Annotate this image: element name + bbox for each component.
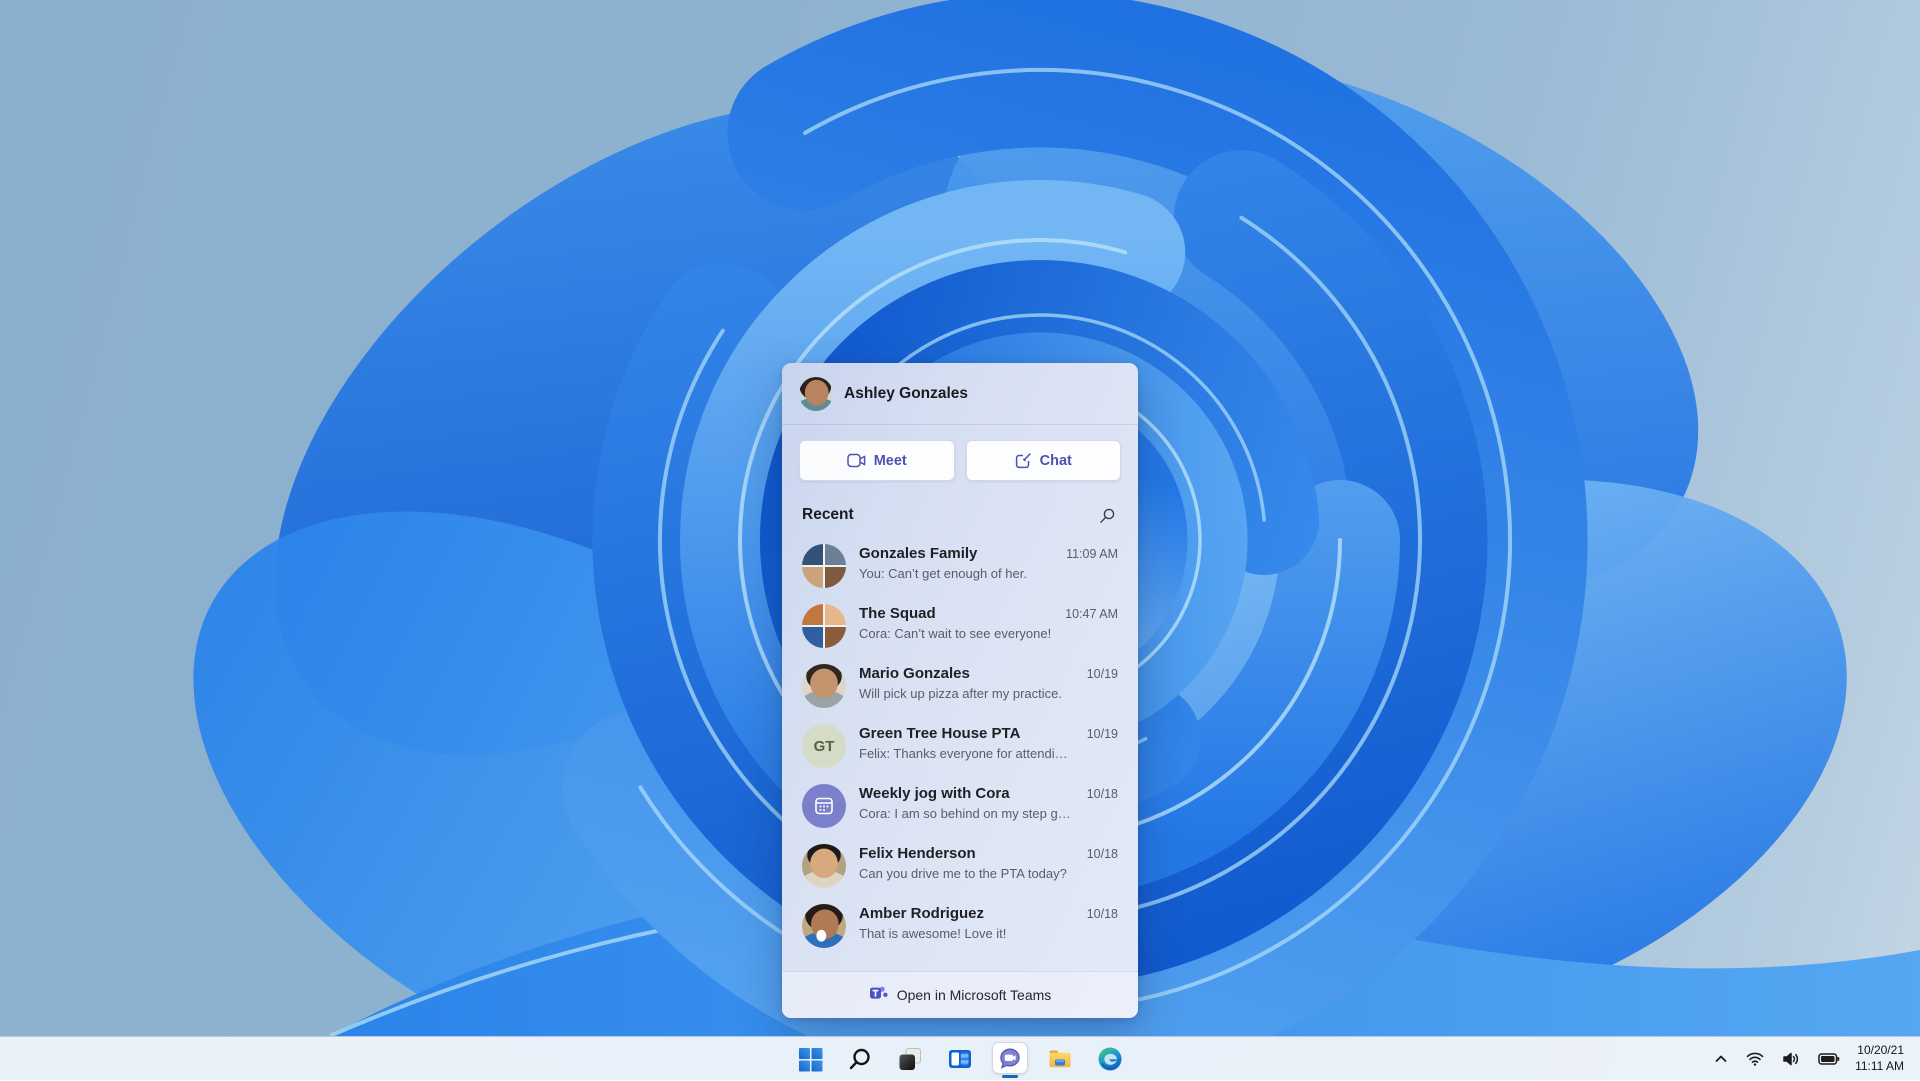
chat-preview: Cora: Can’t wait to see everyone! bbox=[859, 625, 1052, 643]
quick-actions: Meet Chat bbox=[782, 425, 1138, 488]
start-button[interactable] bbox=[790, 1039, 830, 1079]
chat-timestamp: 10:47 AM bbox=[1065, 604, 1118, 621]
file-explorer-button[interactable] bbox=[1040, 1039, 1080, 1079]
chat-list-item[interactable]: GT Green Tree House PTA Felix: Thanks ev… bbox=[782, 716, 1138, 776]
volume-button[interactable] bbox=[1775, 1041, 1807, 1077]
battery-icon bbox=[1818, 1052, 1840, 1066]
windows-logo-icon bbox=[798, 1047, 823, 1072]
folder-icon bbox=[1047, 1046, 1073, 1072]
chat-avatar bbox=[802, 604, 846, 648]
recent-header: Recent bbox=[782, 488, 1138, 532]
chevron-up-icon bbox=[1714, 1052, 1728, 1066]
chat-avatar bbox=[802, 904, 846, 948]
tray-date: 10/20/21 bbox=[1857, 1043, 1904, 1059]
teams-chat-flyout: Ashley Gonzales Meet Chat Recent bbox=[782, 363, 1138, 1018]
clock[interactable]: 10/20/21 11:11 AM bbox=[1851, 1043, 1910, 1074]
search-icon bbox=[848, 1047, 872, 1071]
hidden-icons-chevron[interactable] bbox=[1707, 1041, 1735, 1077]
chat-name: Green Tree House PTA bbox=[859, 725, 1074, 744]
chat-list-item[interactable]: Mario Gonzales Will pick up pizza after … bbox=[782, 656, 1138, 716]
system-tray: 10/20/21 11:11 AM bbox=[1707, 1037, 1910, 1081]
chat-name: Gonzales Family bbox=[859, 545, 1053, 564]
chat-name: The Squad bbox=[859, 605, 1052, 624]
chat-list-item[interactable]: Weekly jog with Cora Cora: I am so behin… bbox=[782, 776, 1138, 836]
recent-chat-list: Gonzales Family You: Can’t get enough of… bbox=[782, 532, 1138, 956]
chat-preview: You: Can’t get enough of her. bbox=[859, 565, 1053, 583]
taskbar: 10/20/21 11:11 AM bbox=[0, 1036, 1920, 1080]
chat-name: Felix Henderson bbox=[859, 845, 1074, 864]
teams-chat-icon bbox=[997, 1046, 1023, 1072]
chat-list-item[interactable]: The Squad Cora: Can’t wait to see everyo… bbox=[782, 596, 1138, 656]
calendar-icon bbox=[813, 795, 835, 817]
edge-button[interactable] bbox=[1090, 1039, 1130, 1079]
chat-timestamp: 10/19 bbox=[1087, 724, 1118, 741]
active-indicator bbox=[1002, 1075, 1018, 1078]
chat-preview: Felix: Thanks everyone for attending tod… bbox=[859, 745, 1074, 763]
chat-button[interactable]: Chat bbox=[966, 440, 1122, 481]
chat-preview: Can you drive me to the PTA today? bbox=[859, 865, 1074, 883]
battery-button[interactable] bbox=[1811, 1041, 1847, 1077]
chat-timestamp: 10/18 bbox=[1087, 784, 1118, 801]
chat-name: Amber Rodriguez bbox=[859, 905, 1074, 924]
tray-time: 11:11 AM bbox=[1855, 1059, 1904, 1075]
search-icon[interactable] bbox=[1096, 504, 1118, 526]
recent-title: Recent bbox=[802, 506, 854, 524]
chat-preview: Will pick up pizza after my practice. bbox=[859, 685, 1074, 703]
chat-list-item[interactable]: Gonzales Family You: Can’t get enough of… bbox=[782, 536, 1138, 596]
chat-avatar bbox=[802, 544, 846, 588]
meet-button[interactable]: Meet bbox=[799, 440, 955, 481]
chat-avatar bbox=[802, 784, 846, 828]
compose-icon bbox=[1015, 452, 1032, 469]
search-button[interactable] bbox=[840, 1039, 880, 1079]
task-view-icon bbox=[897, 1046, 923, 1072]
taskbar-center-icons bbox=[790, 1037, 1130, 1081]
chat-timestamp: 10/18 bbox=[1087, 844, 1118, 861]
chat-taskbar-button[interactable] bbox=[990, 1039, 1030, 1079]
network-wifi-button[interactable] bbox=[1739, 1041, 1771, 1077]
microsoft-teams-logo-icon bbox=[869, 984, 888, 1007]
wifi-icon bbox=[1746, 1051, 1764, 1067]
speaker-icon bbox=[1782, 1051, 1800, 1067]
chat-timestamp: 10/19 bbox=[1087, 664, 1118, 681]
chat-list-item[interactable]: Amber Rodriguez That is awesome! Love it… bbox=[782, 896, 1138, 956]
chat-preview: Cora: I am so behind on my step goals. bbox=[859, 805, 1074, 823]
chat-timestamp: 10/18 bbox=[1087, 904, 1118, 921]
user-avatar[interactable] bbox=[799, 377, 833, 411]
chat-timestamp: 11:09 AM bbox=[1066, 544, 1118, 561]
meet-button-label: Meet bbox=[874, 453, 907, 469]
edge-browser-icon bbox=[1097, 1046, 1123, 1072]
open-in-teams-label: Open in Microsoft Teams bbox=[897, 987, 1052, 1003]
chat-name: Weekly jog with Cora bbox=[859, 785, 1074, 804]
chat-button-label: Chat bbox=[1040, 453, 1072, 469]
video-camera-icon bbox=[847, 453, 866, 468]
chat-avatar bbox=[802, 664, 846, 708]
chat-name: Mario Gonzales bbox=[859, 665, 1074, 684]
open-in-teams-button[interactable]: Open in Microsoft Teams bbox=[782, 971, 1138, 1018]
chat-avatar bbox=[802, 844, 846, 888]
chat-list-item[interactable]: Felix Henderson Can you drive me to the … bbox=[782, 836, 1138, 896]
widgets-icon bbox=[947, 1046, 973, 1072]
user-name: Ashley Gonzales bbox=[844, 385, 968, 403]
chat-avatar: GT bbox=[802, 724, 846, 768]
widgets-button[interactable] bbox=[940, 1039, 980, 1079]
task-view-button[interactable] bbox=[890, 1039, 930, 1079]
flyout-header: Ashley Gonzales bbox=[782, 363, 1138, 425]
chat-preview: That is awesome! Love it! bbox=[859, 925, 1074, 943]
